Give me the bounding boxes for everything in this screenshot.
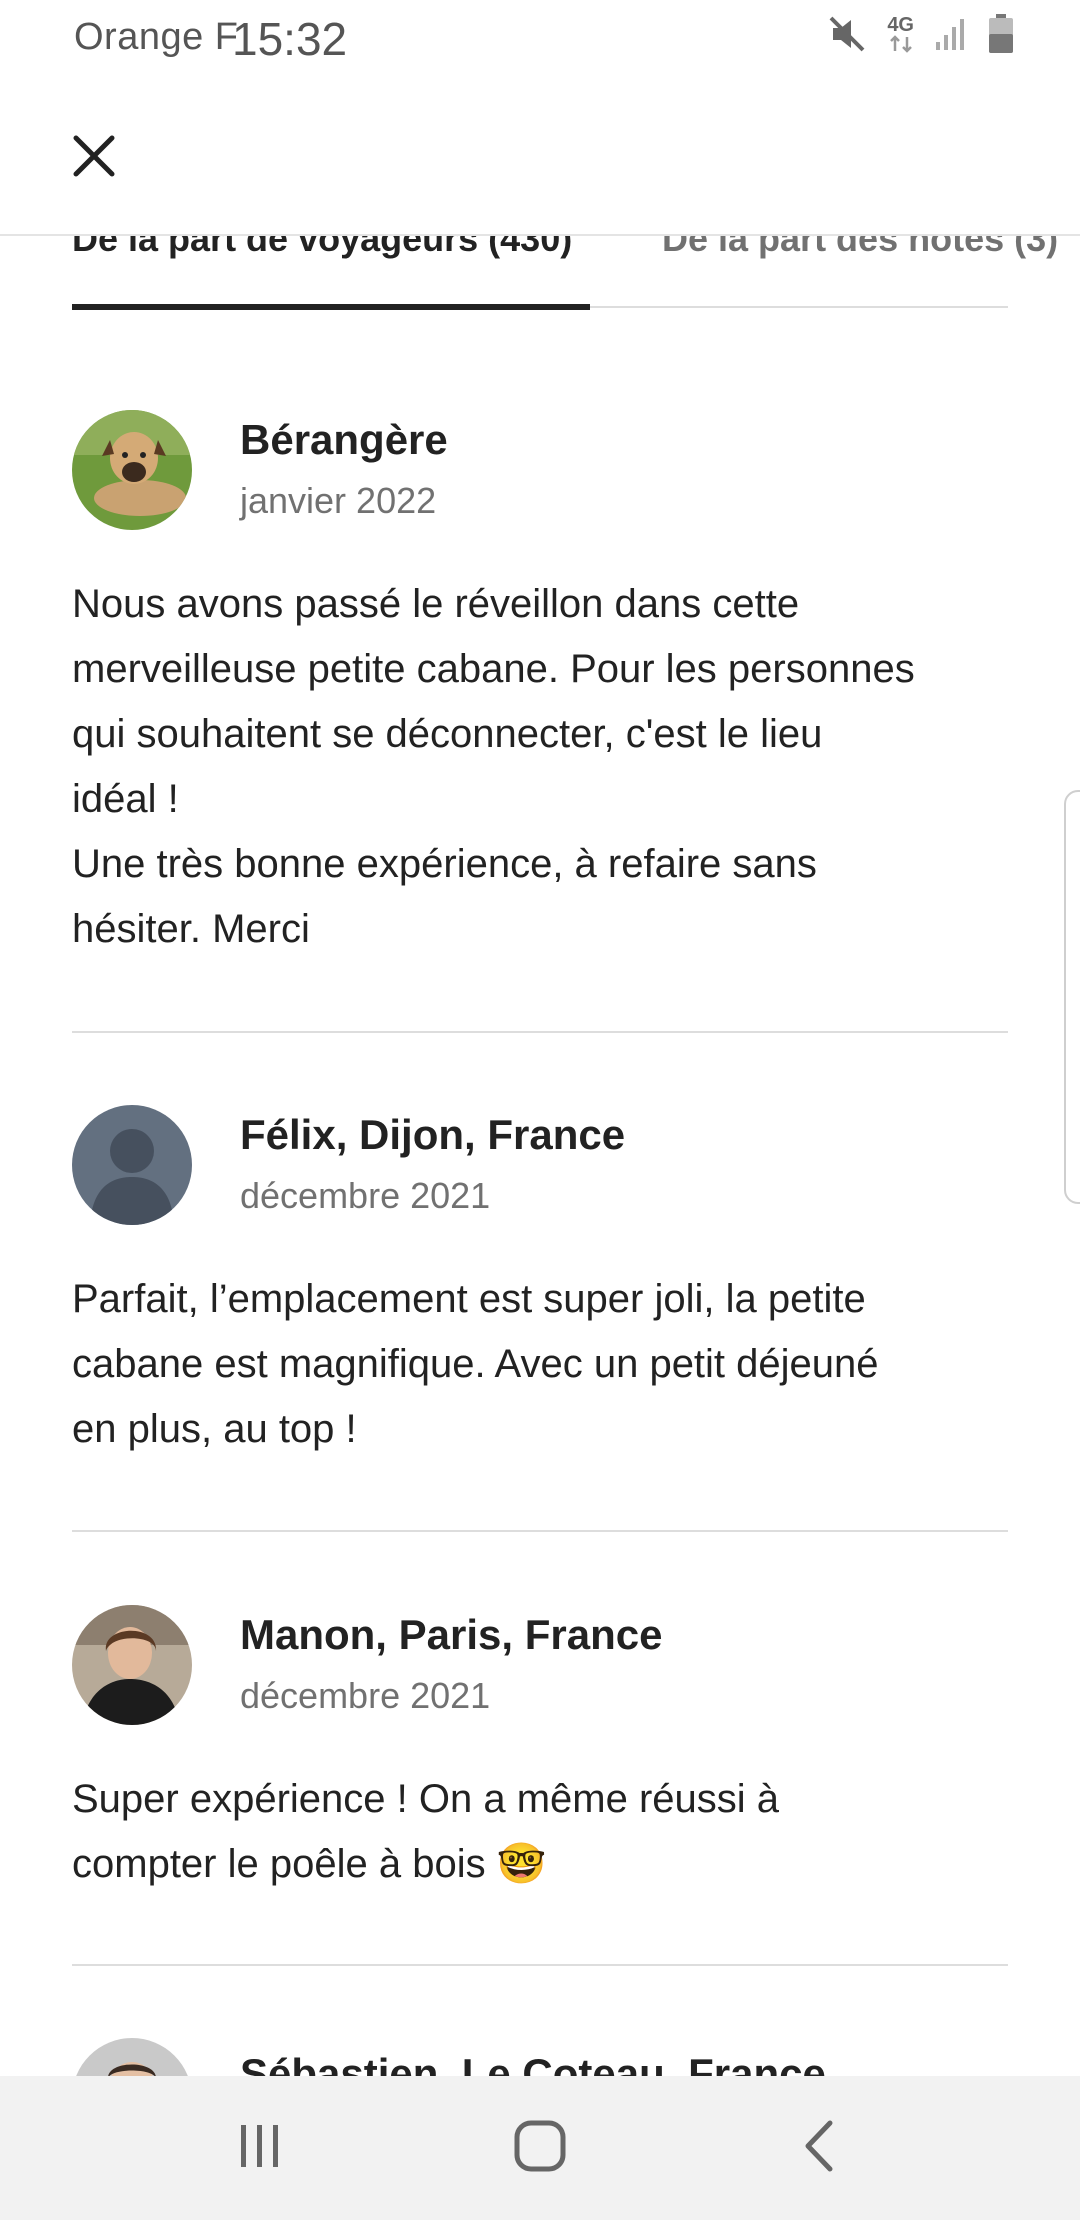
back-icon xyxy=(800,2119,840,2178)
review-text: Nous avons passé le réveillon dans cette… xyxy=(72,582,915,951)
review-text: Super expérience ! On a même réussi à co… xyxy=(72,1777,780,1886)
scroll-handle[interactable] xyxy=(1064,790,1080,1204)
close-button[interactable] xyxy=(62,126,126,190)
avatar[interactable] xyxy=(72,410,192,530)
reviewer-name: Bérangère xyxy=(240,416,448,463)
network-type-label: 4G xyxy=(887,14,914,36)
signal-icon xyxy=(934,16,968,52)
review-date: décembre 2021 xyxy=(240,1675,491,1716)
battery-icon xyxy=(988,14,1014,54)
avatar[interactable] xyxy=(72,2038,192,2076)
status-bar: Orange F 15:32 4G xyxy=(0,0,1080,76)
review-item: Sébastien, Le Coteau, France xyxy=(72,2038,1008,2076)
divider xyxy=(72,1964,1008,1966)
home-icon xyxy=(513,2119,567,2178)
mute-icon xyxy=(827,14,867,54)
back-button[interactable] xyxy=(760,2098,880,2198)
recent-apps-button[interactable] xyxy=(200,2098,320,2198)
modal-header xyxy=(0,76,1080,236)
reviewer-name: Félix, Dijon, France xyxy=(240,1111,626,1158)
reviewer-name: Sébastien, Le Coteau, France xyxy=(240,2050,826,2076)
tab-active-indicator xyxy=(72,304,590,310)
review-text: Parfait, l’emplacement est super joli, l… xyxy=(72,1277,879,1451)
avatar[interactable] xyxy=(72,1105,192,1225)
review-date: janvier 2022 xyxy=(240,480,437,521)
status-icons: 4G xyxy=(827,14,1014,54)
reviewer-name: Manon, Paris, France xyxy=(240,1611,663,1658)
home-button[interactable] xyxy=(480,2098,600,2198)
carrier-label: Orange F xyxy=(74,16,239,58)
recent-apps-icon xyxy=(235,2121,285,2176)
review-date: décembre 2021 xyxy=(240,1175,491,1216)
close-icon xyxy=(72,134,116,183)
network-4g-icon: 4G xyxy=(887,15,914,53)
divider xyxy=(72,1031,1008,1033)
divider xyxy=(72,1530,1008,1532)
system-nav-bar xyxy=(0,2076,1080,2220)
avatar[interactable] xyxy=(72,1605,192,1725)
clock: 15:32 xyxy=(232,13,348,65)
